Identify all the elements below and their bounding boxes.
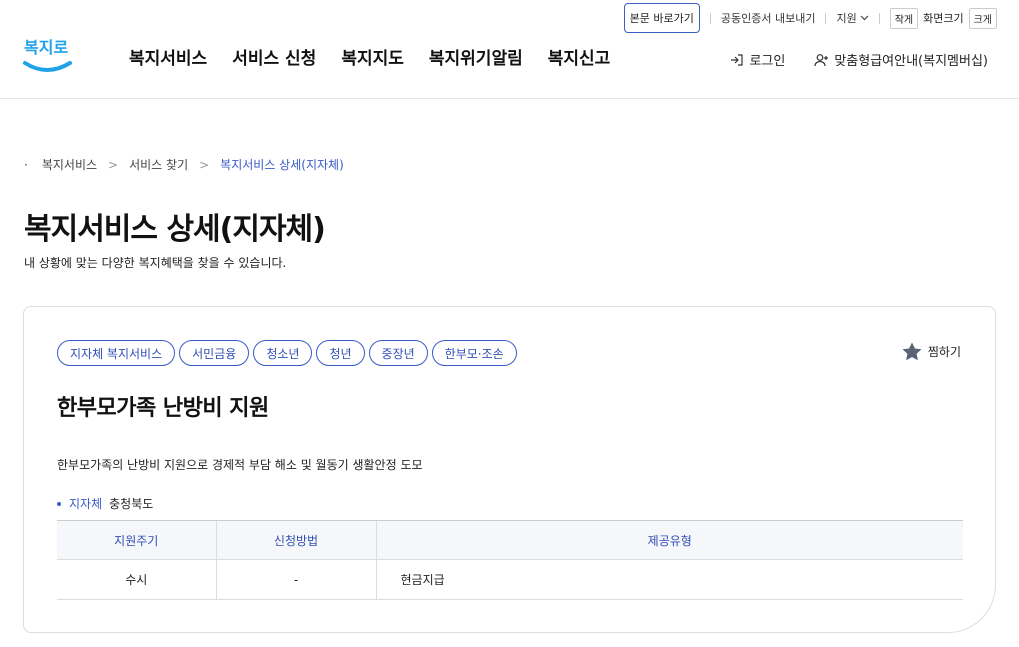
cert-export-link[interactable]: 공동인증서 내보내기 [721, 10, 816, 26]
zoom-controls: 작게 화면크기 크게 [889, 7, 997, 29]
tag-list: 지자체 복지서비스 서민금융 청소년 청년 중장년 한부모·조손 [57, 340, 517, 366]
tag-middle-aged[interactable]: 중장년 [368, 340, 428, 366]
zoom-in-button[interactable]: 크게 [968, 7, 997, 29]
utility-bar: 본문 바로가기 공동인증서 내보내기 지원 작게 화면크기 크게 [623, 3, 997, 33]
membership-button[interactable]: 맞춤형급여안내(복지멤버십) [814, 50, 988, 69]
tag-youth[interactable]: 청소년 [253, 340, 313, 366]
table-cell: 현금지급 [375, 559, 963, 600]
table-cell: 수시 [57, 559, 216, 600]
login-label: 로그인 [749, 54, 786, 69]
chevron-right-icon: > [199, 157, 210, 172]
table-header: 신청방법 [215, 520, 376, 560]
table-header: 지원주기 [57, 520, 216, 560]
divider [878, 12, 880, 24]
main-nav: 복지서비스 서비스 신청 복지지도 복지위기알림 복지신고 [129, 44, 610, 69]
tag-single-parent[interactable]: 한부모·조손 [431, 340, 517, 366]
table-row: 수시 - 현금지급 [57, 559, 963, 600]
page-title: 복지서비스 상세(지자체) [24, 212, 326, 247]
nav-welfare-map[interactable]: 복지지도 [341, 44, 404, 69]
bookmark-label: 찜하기 [927, 345, 961, 359]
org-info: 지자체 충청북도 [57, 495, 153, 512]
table-header-row: 지원주기 신청방법 제공유형 [57, 520, 963, 560]
login-button[interactable]: 로그인 [730, 50, 785, 69]
divider [709, 12, 711, 24]
nav-welfare-service[interactable]: 복지서비스 [129, 44, 207, 69]
tag-finance[interactable]: 서민금융 [179, 340, 250, 366]
zoom-label: 화면크기 [923, 12, 964, 25]
org-value: 충청북도 [109, 497, 154, 511]
bokjiro-logo[interactable]: 복지로 [22, 33, 72, 75]
chevron-right-icon: > [108, 157, 119, 172]
org-label: 지자체 [69, 497, 103, 511]
service-title: 한부모가족 난방비 지원 [57, 396, 269, 421]
breadcrumb-bullet: · [24, 157, 28, 172]
svg-text:복지로: 복지로 [24, 38, 68, 57]
header-actions: 로그인 맞춤형급여안내(복지멤버십) [730, 50, 988, 69]
breadcrumb-item-current: 복지서비스 상세(지자체) [220, 158, 344, 172]
nav-crisis-alert[interactable]: 복지위기알림 [429, 44, 523, 69]
service-description: 한부모가족의 난방비 지원으로 경제적 부담 해소 및 월동기 생활안정 도모 [57, 458, 423, 472]
user-plus-icon [814, 53, 829, 66]
breadcrumb-item-welfare[interactable]: 복지서비스 [42, 156, 97, 173]
divider [825, 12, 827, 24]
login-icon [731, 53, 744, 66]
table-header: 제공유형 [375, 520, 963, 560]
breadcrumb: · 복지서비스 > 서비스 찾기 > 복지서비스 상세(지자체) [24, 156, 344, 173]
tag-local-welfare[interactable]: 지자체 복지서비스 [57, 340, 176, 366]
bullet-icon [57, 501, 61, 506]
language-select[interactable]: 지원 [836, 10, 869, 26]
nav-welfare-report[interactable]: 복지신고 [548, 44, 611, 69]
nav-service-apply[interactable]: 서비스 신청 [232, 44, 316, 69]
service-card: 지자체 복지서비스 서민금융 청소년 청년 중장년 한부모·조손 찜하기 한부모… [23, 306, 996, 633]
skip-to-content-link[interactable]: 본문 바로가기 [623, 3, 700, 33]
tag-young-adult[interactable]: 청년 [316, 340, 365, 366]
page-subtitle: 내 상황에 맞는 다양한 복지혜택을 찾을 수 있습니다. [24, 256, 287, 270]
zoom-out-button[interactable]: 작게 [889, 7, 919, 29]
language-label: 지원 [836, 12, 857, 25]
service-info-table: 지원주기 신청방법 제공유형 수시 - 현금지급 [57, 520, 963, 600]
membership-label: 맞춤형급여안내(복지멤버십) [834, 54, 988, 69]
star-icon [902, 342, 922, 361]
breadcrumb-item-search[interactable]: 서비스 찾기 [129, 156, 188, 173]
bookmark-button[interactable]: 찜하기 [902, 342, 961, 361]
chevron-down-icon [860, 15, 869, 21]
table-cell: - [215, 559, 376, 600]
